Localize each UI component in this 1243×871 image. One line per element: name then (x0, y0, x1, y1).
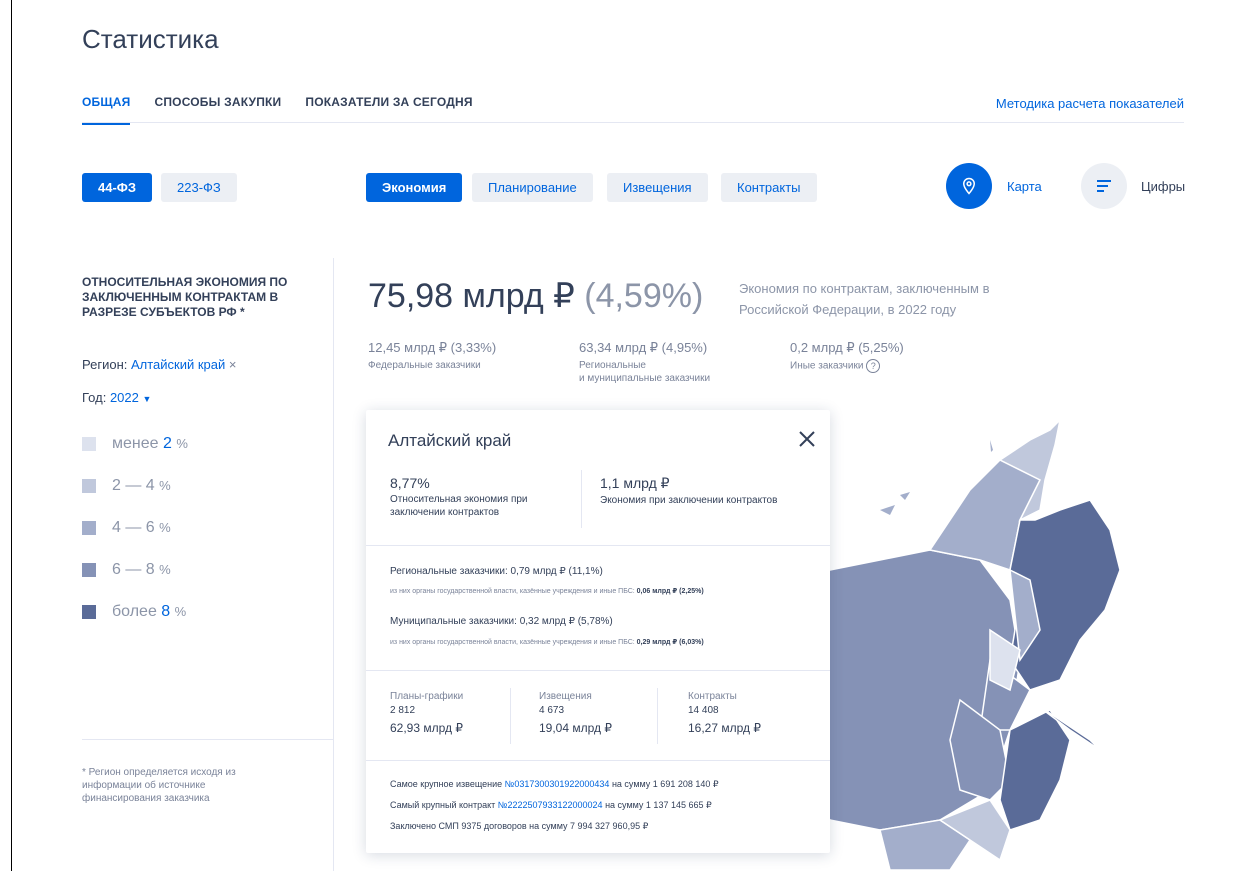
region-value[interactable]: Алтайский край (131, 357, 225, 372)
section-title: ОТНОСИТЕЛЬНАЯ ЭКОНОМИЯ ПО ЗАКЛЮЧЕННЫМ КО… (82, 275, 288, 319)
map-view-label[interactable]: Карта (1007, 179, 1042, 194)
legend-swatch (82, 436, 96, 451)
tab-general[interactable]: ОБЩАЯ (82, 95, 131, 125)
year-select[interactable]: 2022 ▼ (110, 390, 151, 405)
regional-customers-line: Региональные заказчики: 0,79 млрд ₽ (11,… (390, 566, 603, 577)
region-filter: Регион: Алтайский край × (82, 357, 237, 372)
legend-swatch (82, 604, 96, 619)
legend-item: менее 2 % (82, 433, 188, 454)
smp-contracts: Заключено СМП 9375 договоров на сумму 7 … (390, 821, 649, 831)
relative-economy-kpi: 8,77% Относительная экономия при заключе… (390, 475, 528, 518)
legend-item: более 8 % (82, 601, 188, 622)
plans-column: Планы-графики 2 812 62,93 млрд ₽ (390, 691, 464, 735)
map-view-button[interactable] (946, 163, 992, 209)
regional-customers-stat: 63,34 млрд ₽ (4,95%) Региональные и муниц… (579, 340, 711, 384)
region-popup: Алтайский край 8,77% Относительная эконо… (366, 410, 830, 853)
close-icon[interactable] (796, 428, 818, 450)
region-clear-icon[interactable]: × (229, 357, 237, 372)
largest-notice: Самое крупное извещение №031730030192200… (390, 779, 719, 789)
numbers-view-label[interactable]: Цифры (1141, 179, 1185, 194)
legend-item: 6 — 8 % (82, 559, 188, 580)
column-divider (657, 688, 658, 744)
regional-customers-sub: из них органы государственной власти, ка… (390, 588, 704, 595)
map-island (880, 505, 895, 515)
numbers-view-button[interactable] (1081, 163, 1127, 209)
largest-contract: Самый крупный контракт №2222507933122000… (390, 800, 712, 810)
popup-title: Алтайский край (388, 431, 512, 450)
main-tabs: ОБЩАЯ СПОСОБЫ ЗАКУПКИ ПОКАЗАТЕЛИ ЗА СЕГО… (82, 95, 473, 125)
popup-divider (366, 670, 830, 671)
notices-column: Извещения 4 673 19,04 млрд ₽ (539, 691, 612, 735)
legend-swatch (82, 478, 96, 493)
contracts-column: Контракты 14 408 16,27 млрд ₽ (688, 691, 761, 735)
planning-button[interactable]: Планирование (472, 173, 593, 202)
largest-contract-link[interactable]: №2222507933122000024 (498, 800, 603, 810)
column-divider (510, 688, 511, 744)
methodology-link[interactable]: Методика расчета показателей (996, 96, 1184, 111)
kpi-divider (581, 470, 582, 528)
legend-item: 4 — 6 % (82, 517, 188, 538)
map-island (990, 440, 993, 452)
year-label: Год: (82, 390, 107, 405)
contracts-button[interactable]: Контракты (721, 173, 817, 202)
total-economy: 75,98 млрд ₽ (4,59%) (368, 277, 704, 315)
absolute-economy-kpi: 1,1 млрд ₽ Экономия при заключении контр… (600, 475, 778, 506)
popup-divider (366, 760, 830, 761)
federal-customers-stat: 12,45 млрд ₽ (3,33%) Федеральные заказчи… (368, 340, 497, 371)
caret-down-icon: ▼ (142, 394, 152, 404)
list-icon (1097, 180, 1111, 192)
year-filter: Год: 2022 ▼ (82, 390, 151, 405)
legend-item: 2 — 4 % (82, 475, 188, 496)
footnote: * Регион определяется исходя из информац… (82, 767, 236, 804)
economy-button[interactable]: Экономия (366, 173, 463, 202)
map-pin-icon (962, 177, 976, 195)
window-edge (11, 0, 12, 871)
total-economy-description: Экономия по контрактам, заключенным в Ро… (739, 281, 990, 317)
law-223-button[interactable]: 223-ФЗ (161, 173, 237, 202)
legend-swatch (82, 520, 96, 535)
help-icon[interactable]: ? (866, 359, 881, 373)
tabs-divider (82, 122, 1184, 123)
tab-today-indicators[interactable]: ПОКАЗАТЕЛИ ЗА СЕГОДНЯ (305, 95, 472, 125)
municipal-customers-sub: из них органы государственной власти, ка… (390, 639, 704, 646)
tab-procurement-methods[interactable]: СПОСОБЫ ЗАКУПКИ (154, 95, 281, 125)
page-title: Статистика (82, 24, 219, 54)
other-customers-stat: 0,2 млрд ₽ (5,25%) Иные заказчики ? (790, 340, 904, 373)
region-label: Регион: (82, 357, 128, 372)
municipal-customers-line: Муниципальные заказчики: 0,32 млрд ₽ (5,… (390, 616, 613, 627)
sidebar-divider (333, 258, 334, 871)
notices-button[interactable]: Извещения (607, 173, 708, 202)
popup-divider (366, 545, 830, 546)
legend-swatch (82, 562, 96, 577)
map-legend: менее 2 % 2 — 4 % 4 — 6 % 6 — 8 % более … (82, 433, 188, 643)
law-44-button[interactable]: 44-ФЗ (82, 173, 153, 202)
footnote-divider (82, 739, 334, 740)
largest-notice-link[interactable]: №0317300301922000434 (505, 779, 610, 789)
map-island (900, 492, 910, 500)
